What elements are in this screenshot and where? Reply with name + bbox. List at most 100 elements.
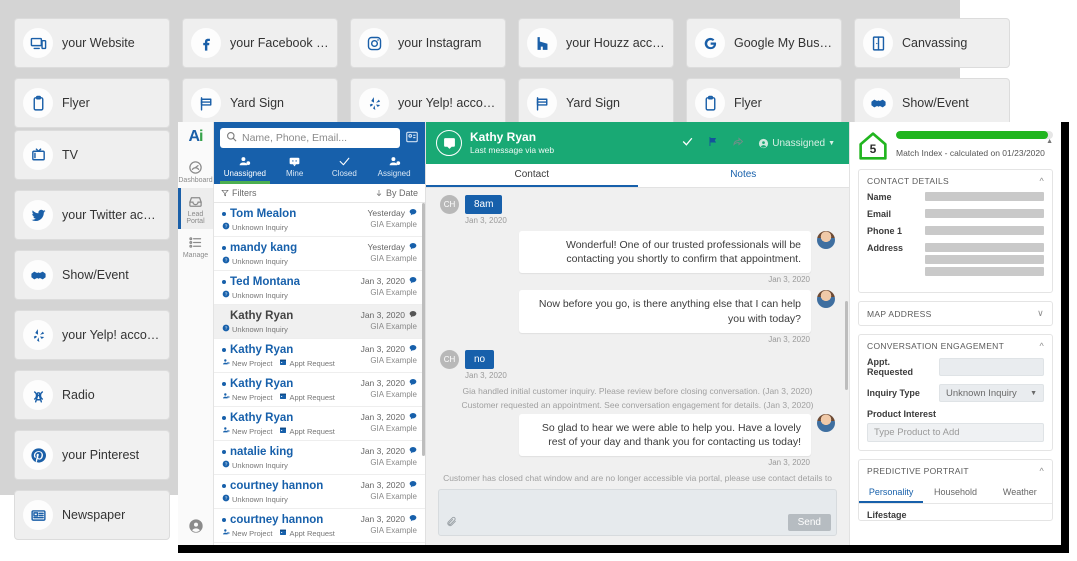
question-icon: ? [222, 494, 230, 504]
facebook-icon [191, 28, 221, 58]
lead-source-tile[interactable]: Show/Event [854, 78, 1010, 128]
assignee-dropdown[interactable]: Unassigned ▼ [758, 138, 835, 149]
lead-source-tile[interactable]: Flyer [14, 78, 170, 128]
unread-dot [222, 347, 226, 352]
lead-source-tile[interactable]: Newspaper [14, 490, 170, 540]
calendar-icon [279, 358, 287, 368]
system-message: Customer requested an appointment. See c… [461, 399, 814, 410]
lead-list[interactable]: Tom Mealon? Unknown Inquiry Yesterday GIA E… [214, 203, 425, 545]
filters-button[interactable]: Filters [221, 188, 257, 198]
conversation-tab-contact[interactable]: Contact [426, 164, 638, 187]
lead-source-tile[interactable]: Show/Event [14, 250, 170, 300]
send-button[interactable]: Send [787, 514, 831, 531]
appt-requested-field[interactable] [939, 358, 1044, 376]
lead-source-tile-label: TV [62, 148, 78, 162]
lead-tag: ? Unknown Inquiry [222, 324, 288, 334]
match-index-caption: Match Index - calculated on 01/23/2020 [896, 148, 1045, 158]
segment-tab-assigned[interactable]: Assigned [369, 153, 419, 184]
message-timestamp: Jan 3, 2020 [465, 370, 507, 380]
match-index: 5 ▲ Match Index - calculated on 01/23/20… [858, 131, 1053, 161]
svg-text:?: ? [225, 224, 228, 229]
lead-tag-label: New Project [232, 392, 273, 402]
lead-source-tile[interactable]: your Twitter account [14, 190, 170, 240]
lead-source-tile[interactable]: your Facebook Page [182, 18, 338, 68]
contact-card-icon[interactable] [405, 130, 419, 147]
forward-icon[interactable] [732, 136, 745, 151]
thread-scrollbar[interactable] [845, 300, 848, 390]
predictive-tab-household[interactable]: Household [923, 482, 987, 503]
lead-tag: New Project [222, 426, 272, 436]
segment-tab-closed[interactable]: Closed [320, 153, 370, 184]
lead-source-tile[interactable]: Yard Sign [182, 78, 338, 128]
lead-source-tile[interactable]: your Yelp! account [350, 78, 506, 128]
predictive-tab-weather[interactable]: Weather [988, 482, 1052, 503]
lead-source-tile[interactable]: TV [14, 130, 170, 180]
search-input[interactable] [242, 132, 394, 144]
lead-source-tile[interactable]: your Website [14, 18, 170, 68]
predictive-portrait-header[interactable]: PREDICTIVE PORTRAIT ^ [859, 460, 1052, 482]
lead-source-tile[interactable]: Canvassing [854, 18, 1010, 68]
lead-source-tile[interactable]: Flyer [686, 78, 842, 128]
lead-list-item[interactable]: Kathy RyanNew ProjectAppt RequestJan 3, … [214, 373, 425, 407]
lead-date: Jan 3, 2020 [361, 276, 417, 286]
lead-list-item[interactable]: Kathy RyanNew ProjectAppt RequestJan 3, … [214, 543, 425, 545]
predictive-portrait-tabs: Personality Household Weather [859, 482, 1052, 504]
conversation-tab-notes[interactable]: Notes [638, 164, 850, 187]
lead-tag-label: Unknown Inquiry [232, 460, 288, 470]
lead-source-tile-label: your Yelp! account [62, 328, 161, 342]
lead-list-item[interactable]: Kathy Ryan? Unknown Inquiry Jan 3, 2020 GIA… [214, 305, 425, 339]
lead-source-tile-label: your Website [62, 36, 135, 50]
chevron-up-icon: ^ [1039, 341, 1044, 351]
conversation-engagement-header[interactable]: CONVERSATION ENGAGEMENT ^ [859, 335, 1052, 357]
lead-list-item[interactable]: natalie king? Unknown Inquiry Jan 3, 2020 G… [214, 441, 425, 475]
lead-list-item[interactable]: mandy kang? Unknown Inquiry Yesterday GIA E… [214, 237, 425, 271]
contact-details-header[interactable]: CONTACT DETAILS ^ [859, 170, 1052, 192]
lead-tag-label: New Project [232, 358, 273, 368]
map-address-header[interactable]: MAP ADDRESS ∨ [859, 302, 1052, 325]
lead-list-item[interactable]: Kathy RyanNew ProjectAppt RequestJan 3, … [214, 407, 425, 441]
message-input[interactable]: Send [438, 489, 837, 536]
redacted-value [925, 209, 1044, 218]
lead-source-tile[interactable]: your Houzz account [518, 18, 674, 68]
paperclip-icon[interactable] [446, 516, 457, 530]
lead-list-item[interactable]: Tom Mealon? Unknown Inquiry Yesterday GIA E… [214, 203, 425, 237]
lead-tag: Appt Request [279, 358, 335, 368]
lead-source-tile-label: Newspaper [62, 508, 126, 522]
lead-list-item[interactable]: Kathy RyanNew ProjectAppt RequestJan 3, … [214, 339, 425, 373]
lead-source-tile-label: your Instagram [398, 36, 482, 50]
product-interest-input[interactable]: Type Product to Add [867, 423, 1044, 442]
lead-source-tile-label: Show/Event [62, 268, 129, 282]
lead-source-tile[interactable]: your Instagram [350, 18, 506, 68]
rail-item-lead-portal[interactable]: Lead Portal [178, 188, 213, 229]
flag-icon[interactable] [707, 135, 719, 151]
unread-dot [222, 279, 226, 284]
rail-item-dashboard[interactable]: Dashboard [178, 154, 213, 188]
lead-source-tile[interactable]: Yard Sign [518, 78, 674, 128]
sort-button[interactable]: By Date [375, 188, 418, 198]
check-icon[interactable] [681, 135, 694, 151]
lead-list-item[interactable]: Ted Montana? Unknown Inquiry Jan 3, 2020 GI… [214, 271, 425, 305]
lead-list-item[interactable]: courtney hannon? Unknown Inquiry Jan 3, 20… [214, 475, 425, 509]
segment-tab-unassigned[interactable]: Unassigned [220, 153, 270, 184]
redacted-value [925, 192, 1044, 201]
lead-tag: ? Unknown Inquiry [222, 494, 288, 504]
lead-list-item[interactable]: courtney hannon New Project Appt Request Ja… [214, 509, 425, 543]
radio-tower-icon [23, 380, 53, 410]
account-circle-icon[interactable] [188, 518, 204, 537]
message-bubble-icon [409, 514, 417, 524]
segment-tab-mine[interactable]: Mine [270, 153, 320, 184]
lead-list-scrollbar[interactable] [422, 203, 425, 457]
user-plus-icon [222, 392, 230, 402]
arrow-down-icon [376, 190, 382, 197]
predictive-tab-personality[interactable]: Personality [859, 482, 924, 503]
lead-source-tile[interactable]: Radio [14, 370, 170, 420]
message-bubble-icon [409, 412, 417, 422]
lead-source-tile[interactable]: Google My Business [686, 18, 842, 68]
lead-source-tile[interactable]: your Pinterest [14, 430, 170, 480]
inquiry-type-select[interactable]: Unknown Inquiry ▼ [939, 384, 1044, 402]
search-box[interactable] [220, 128, 400, 148]
lead-source-label: GIA Example [370, 356, 417, 365]
lead-source-tile[interactable]: your Yelp! account [14, 310, 170, 360]
message-thread[interactable]: CH 8am Jan 3, 2020 Wonderful! One of our tr… [426, 188, 849, 485]
rail-item-manage[interactable]: Manage [178, 229, 213, 263]
